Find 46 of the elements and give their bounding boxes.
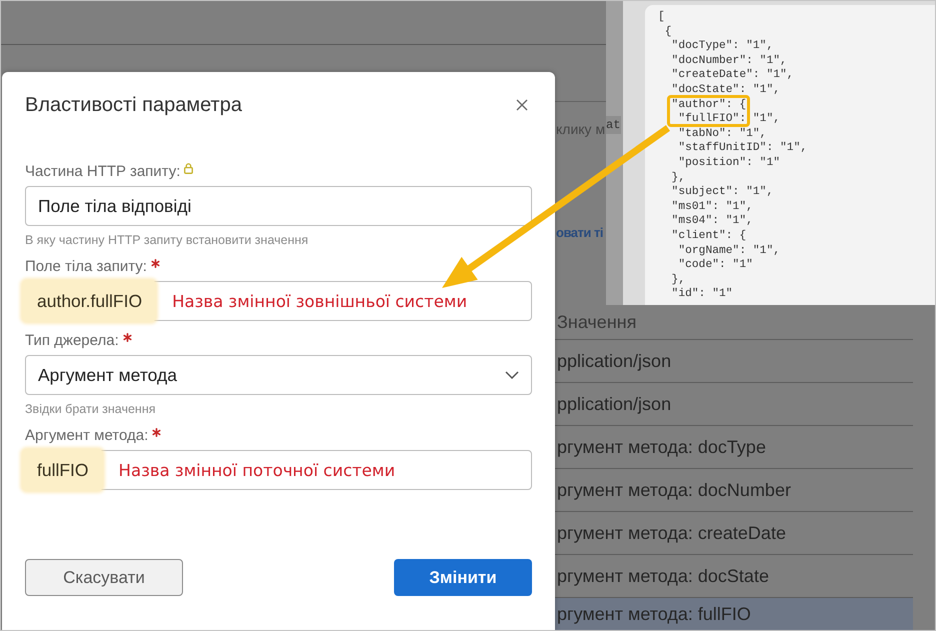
- code-line: "staffUnitID": "1",: [678, 141, 808, 156]
- chevron-down-icon: [505, 371, 519, 379]
- field-label: Поле тіла запиту:: [25, 258, 147, 276]
- code-line: "code": "1": [678, 258, 753, 273]
- code-line: },: [672, 170, 686, 186]
- code-line: },: [672, 272, 686, 288]
- field-label: Аргумент метода:: [25, 427, 148, 445]
- code-line: "fullFIO": "1",: [678, 112, 780, 127]
- hint-text: В яку частину HTTP запиту встановити значення: [25, 233, 308, 247]
- code-line: "docState": "1",: [672, 82, 780, 98]
- page-text: клику м: [556, 120, 606, 138]
- code-line: "orgName": "1",: [678, 244, 780, 258]
- annotation-text: Назва змінної поточної системи: [118, 460, 396, 480]
- close-icon: [516, 99, 528, 111]
- field-label: Частина HTTP запиту:: [25, 163, 180, 181]
- code-line: "ms01": "1",: [672, 200, 753, 214]
- code-line: {: [664, 24, 672, 40]
- code-line: "position": "1": [678, 156, 780, 171]
- code-line: "createDate": "1",: [672, 68, 794, 83]
- field-value: Аргумент метода: [38, 364, 177, 386]
- code-fragment-text: at: [606, 116, 622, 134]
- select-field[interactable]: Аргумент метода: [25, 355, 532, 395]
- dialog-title: Властивості параметра: [25, 93, 242, 117]
- code-line: "id": "1": [672, 287, 733, 302]
- input-field[interactable]: author.fullFIO Назва змінної зовнішньої системи: [25, 281, 532, 321]
- code-line: "tabNo": "1",: [678, 126, 766, 142]
- hint-text: Звідки брати значення: [25, 402, 156, 416]
- code-line: "ms04": "1",: [672, 214, 753, 229]
- code-line: "client": {: [672, 228, 746, 244]
- link[interactable]: овати ті: [556, 224, 603, 242]
- field-value: Поле тіла відповіді: [38, 196, 192, 216]
- code-line: "docType": "1",: [672, 39, 774, 54]
- code-line: [: [658, 10, 665, 25]
- field-value: fullFIO: [22, 449, 103, 491]
- table-row[interactable]: ргумент метода: fullFIO: [555, 598, 913, 630]
- input-field[interactable]: Поле тіла відповіді: [25, 186, 532, 226]
- code-line: "subject": "1",: [672, 185, 774, 200]
- cancel-button[interactable]: Скасувати: [25, 559, 183, 596]
- field-label: Тип джерела:: [25, 332, 119, 350]
- close-button[interactable]: [514, 97, 530, 113]
- code-line: "docNumber": "1",: [672, 54, 787, 68]
- code-line: "author": {: [672, 98, 746, 112]
- field-value: author.fullFIO: [22, 280, 156, 322]
- change-button[interactable]: Змінити: [394, 559, 532, 596]
- input-field[interactable]: fullFIO Назва змінної поточної системи: [25, 450, 532, 490]
- annotation-text: Назва змінної зовнішньої системи: [172, 292, 468, 310]
